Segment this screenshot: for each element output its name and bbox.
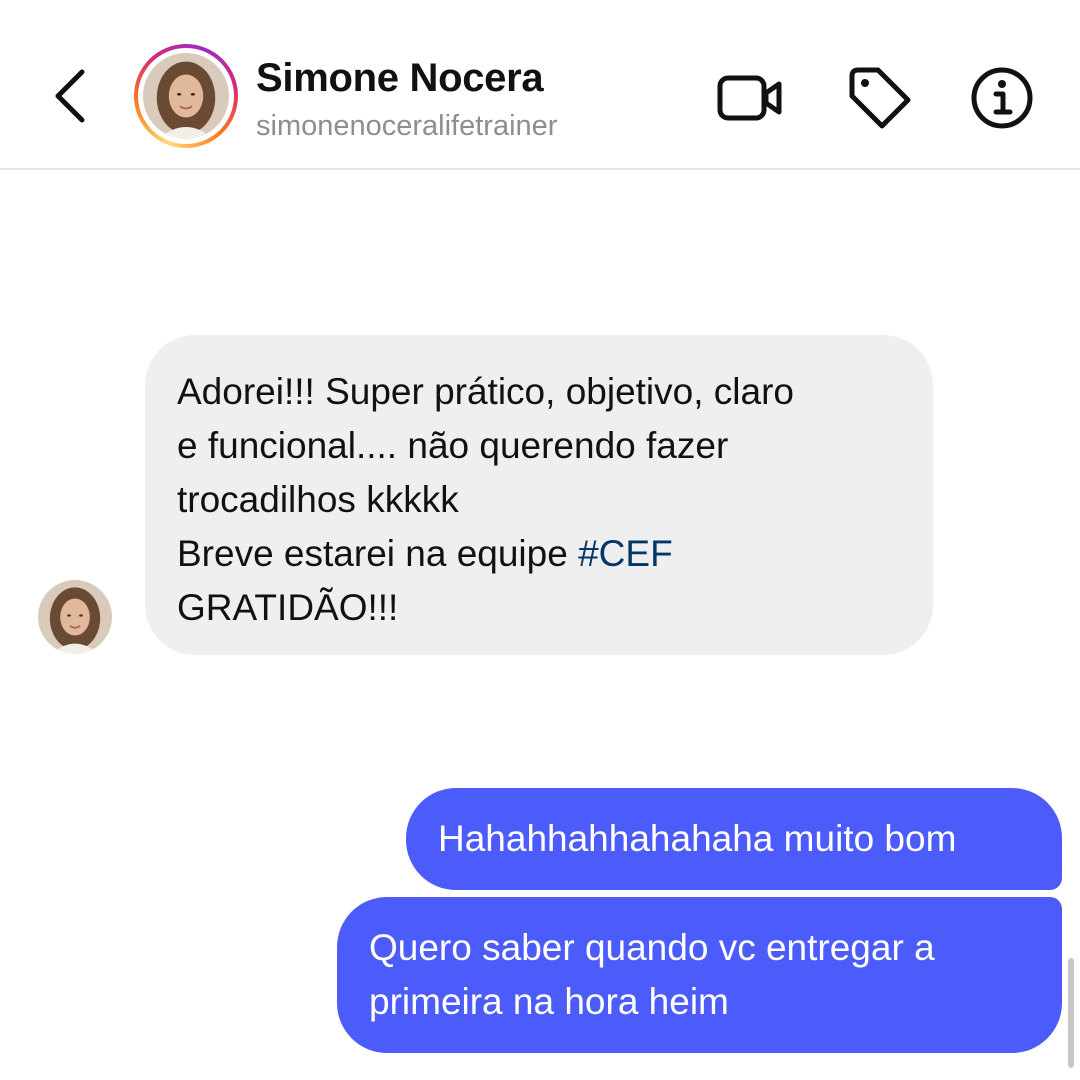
tag-icon: [849, 67, 911, 129]
chat-header: Simone Nocera simonenoceralifetrainer: [0, 0, 1080, 170]
chevron-left-icon: [55, 69, 85, 123]
message-line: GRATIDÃO!!!: [177, 587, 399, 628]
info-button[interactable]: [968, 66, 1036, 130]
message-line: Quero saber quando vc entregar a: [369, 927, 935, 968]
contact-name[interactable]: Simone Nocera: [256, 56, 544, 101]
message-line: trocadilhos kkkkk: [177, 479, 459, 520]
avatar-photo: [143, 53, 229, 139]
back-button[interactable]: [48, 66, 92, 126]
outgoing-message[interactable]: Quero saber quando vc entregar a primeir…: [337, 897, 1062, 1053]
contact-username: simonenoceralifetrainer: [256, 110, 558, 142]
message-line: Adorei!!! Super prático, objetivo, claro: [177, 371, 794, 412]
outgoing-message[interactable]: Hahahhahhahahaha muito bom: [406, 788, 1062, 890]
scrollbar[interactable]: [1068, 958, 1074, 1068]
video-call-button[interactable]: [716, 66, 784, 130]
message-line: Breve estarei na equipe #CEF: [177, 527, 901, 581]
tag-button[interactable]: [846, 66, 914, 130]
sender-avatar[interactable]: [38, 580, 112, 654]
message-line: e funcional.... não querendo fazer: [177, 425, 729, 466]
video-camera-icon: [717, 75, 782, 121]
message-line: Hahahhahhahahaha muito bom: [438, 818, 957, 859]
message-line: primeira na hora heim: [369, 981, 729, 1022]
hashtag-link[interactable]: #CEF: [578, 533, 673, 574]
info-icon: [971, 67, 1033, 129]
incoming-message[interactable]: Adorei!!! Super prático, objetivo, claro…: [145, 335, 933, 655]
message-text: Breve estarei na equipe: [177, 533, 579, 574]
profile-avatar[interactable]: [134, 44, 238, 148]
